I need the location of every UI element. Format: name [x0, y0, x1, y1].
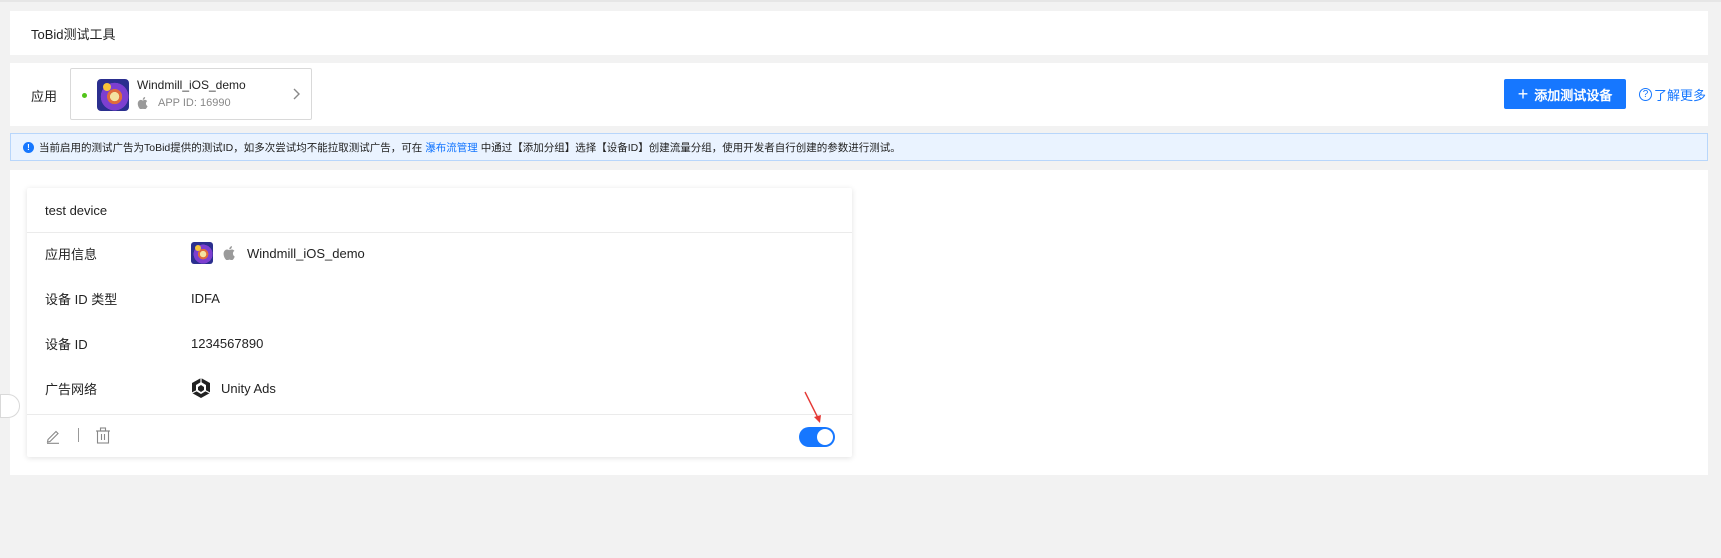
app-avatar [191, 242, 213, 264]
apple-icon [223, 246, 235, 260]
page-title: ToBid测试工具 [31, 26, 116, 42]
device-card-title: test device [27, 188, 852, 233]
app-avatar [97, 79, 129, 111]
notice-text-before: 当前启用的测试广告为ToBid提供的测试ID，如多次尝试均不能拉取测试广告，可在 [39, 141, 423, 154]
annotation-arrow [804, 391, 821, 423]
row-value: Windmill_iOS_demo [191, 242, 365, 264]
question-circle-icon: ? [1639, 88, 1652, 101]
row-value: Unity Ads [191, 377, 276, 399]
toggle-knob [817, 429, 833, 445]
action-separator [78, 428, 79, 442]
row-label: 设备 ID 类型 [45, 291, 118, 307]
add-test-device-button[interactable]: + 添加测试设备 [1504, 79, 1626, 109]
chevron-right-icon [293, 88, 300, 100]
row-label: 设备 ID [45, 336, 88, 352]
row-label: 广告网络 [45, 381, 98, 397]
notice-banner: ! 当前启用的测试广告为ToBid提供的测试ID，如多次尝试均不能拉取测试广告，… [10, 133, 1708, 161]
row-device-id: 设备 ID 1234567890 [45, 333, 263, 353]
app-id: APP ID: 16990 [158, 97, 231, 109]
plus-icon: + [1517, 83, 1529, 104]
device-name: test device [45, 202, 108, 218]
row-label: 应用信息 [45, 246, 98, 262]
info-circle-icon: ! [23, 141, 34, 153]
top-divider [0, 0, 1721, 2]
device-card-footer [27, 414, 852, 457]
app-name: Windmill_iOS_demo [137, 78, 246, 92]
app-bar: 应用 Windmill_iOS_demo APP ID: 16990 + 添加测… [10, 63, 1708, 126]
ad-network-name: Unity Ads [221, 380, 276, 396]
device-enabled-toggle[interactable] [799, 427, 835, 447]
app-label: 应用 [31, 89, 58, 104]
edit-icon[interactable] [45, 428, 61, 444]
add-test-device-label: 添加测试设备 [1534, 87, 1613, 103]
apple-icon [137, 97, 148, 109]
app-info-name: Windmill_iOS_demo [247, 245, 365, 261]
notice-text-after: 中通过【添加分组】选择【设备ID】创建流量分组，使用开发者自行创建的参数进行测试… [480, 141, 901, 154]
learn-more-label: 了解更多 [1654, 88, 1707, 103]
waterfall-management-link[interactable]: 瀑布流管理 [425, 140, 478, 155]
status-dot [82, 93, 87, 98]
row-app-info: 应用信息 Windmill_iOS_demo [45, 242, 365, 264]
app-selector[interactable]: Windmill_iOS_demo APP ID: 16990 [70, 68, 312, 120]
device-card: test device 应用信息 Windmill_iOS_demo 设备 ID… [27, 188, 852, 457]
row-value: IDFA [191, 290, 220, 306]
trash-icon[interactable] [95, 427, 111, 444]
device-list-panel: test device 应用信息 Windmill_iOS_demo 设备 ID… [0, 170, 1708, 475]
row-value: 1234567890 [191, 335, 264, 351]
row-ad-network: 广告网络 Unity Ads [45, 378, 276, 398]
learn-more-link[interactable]: ? 了解更多 [1639, 85, 1706, 104]
row-device-id-type: 设备 ID 类型 IDFA [45, 288, 220, 308]
unity-logo-icon [191, 378, 211, 398]
page-title-bar: ToBid测试工具 [10, 11, 1708, 55]
collapse-handle[interactable] [0, 394, 20, 418]
